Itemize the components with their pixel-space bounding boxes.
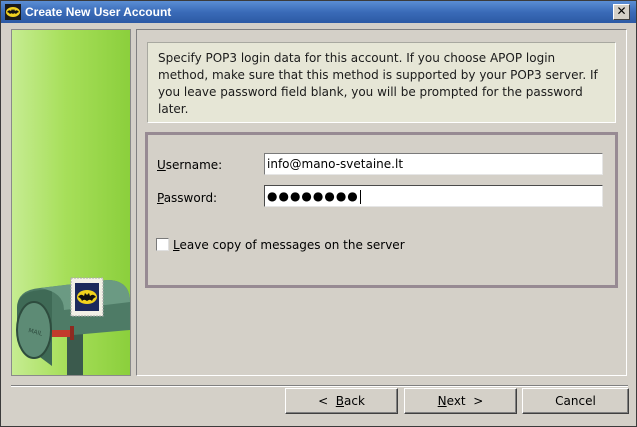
leave-copy-checkbox[interactable] — [156, 238, 169, 251]
bat-logo-icon — [5, 4, 21, 20]
cancel-button[interactable]: Cancel — [522, 388, 629, 414]
title-bar[interactable]: Create New User Account ✕ — [1, 1, 636, 23]
bat-stamp-icon — [70, 277, 104, 317]
close-button[interactable]: ✕ — [613, 4, 630, 20]
mailbox-illustration: MAIL — [16, 277, 130, 375]
instruction-text: Specify POP3 login data for this account… — [147, 42, 616, 123]
username-input[interactable]: info@mano-svetaine.lt — [264, 153, 603, 175]
create-user-dialog: Create New User Account ✕ MAIL Specify P… — [0, 0, 637, 427]
button-divider — [11, 385, 628, 387]
window-title: Create New User Account — [25, 5, 172, 19]
text-caret — [359, 189, 361, 204]
next-button[interactable]: Next > — [404, 388, 517, 414]
password-label: Password: — [157, 191, 218, 205]
wizard-illustration: MAIL — [11, 29, 131, 376]
leave-copy-label[interactable]: Leave copy of messages on the server — [173, 238, 405, 252]
password-input[interactable]: ●●●●●●●● — [264, 185, 603, 207]
password-mask: ●●●●●●●● — [267, 189, 359, 203]
back-button[interactable]: < Back — [285, 388, 398, 414]
username-label: Username: — [157, 158, 223, 172]
